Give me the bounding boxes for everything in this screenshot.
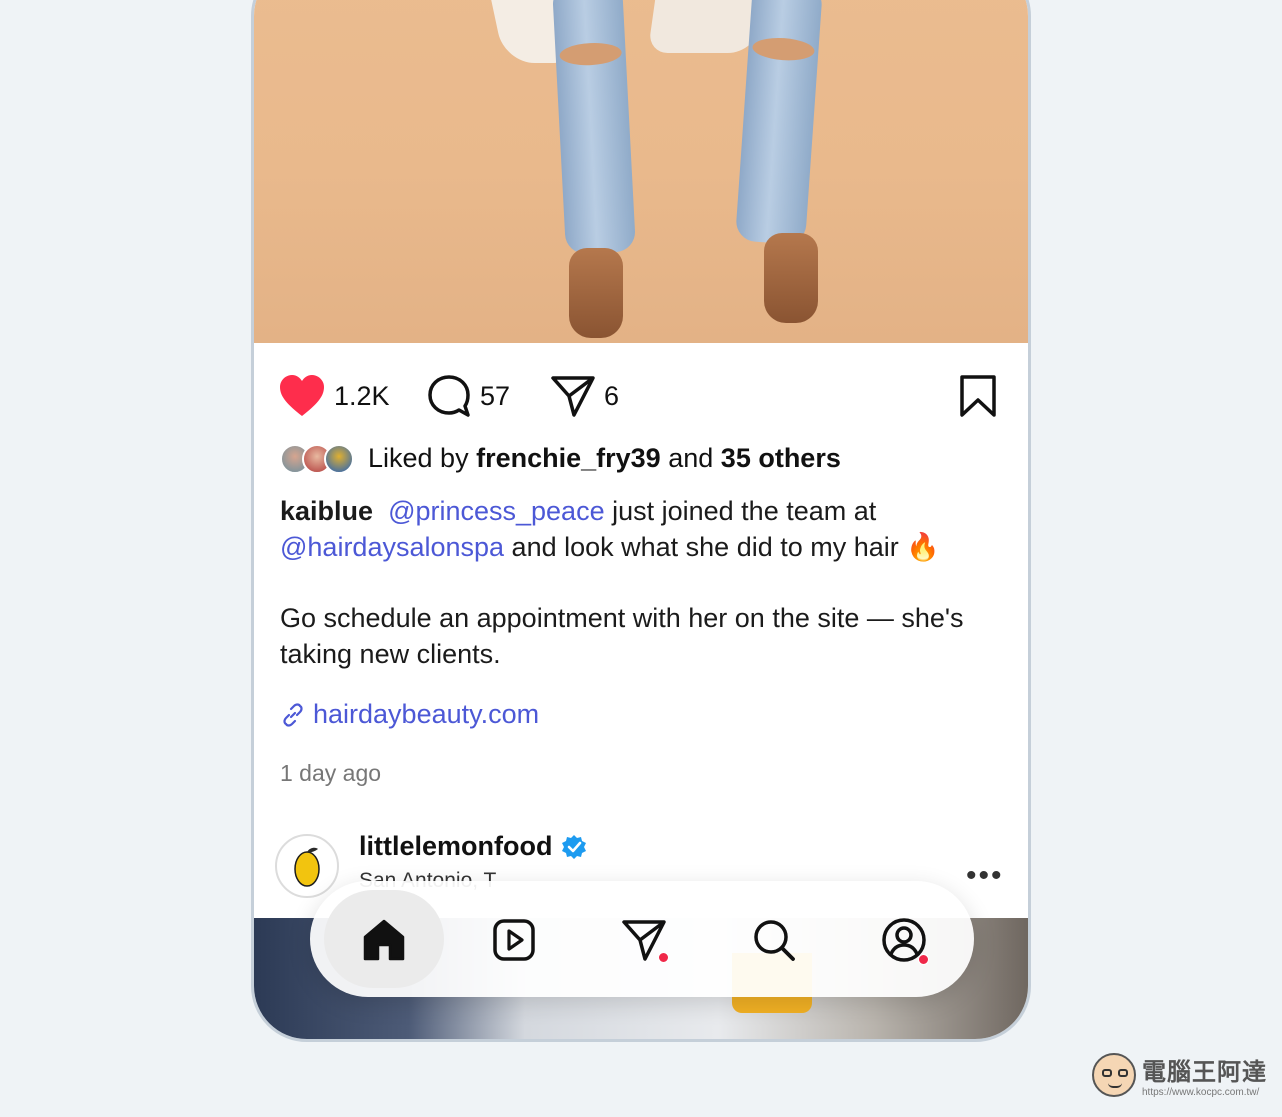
- shares-count: 6: [604, 380, 620, 411]
- watermark-title: 電腦王阿達: [1142, 1059, 1267, 1086]
- post-caption: kaiblue @princess_peace just joined the …: [280, 493, 980, 565]
- post-timestamp: 1 day ago: [280, 760, 382, 786]
- bookmark-icon: [960, 375, 996, 417]
- like-button[interactable]: 1.2K: [278, 371, 390, 421]
- link-text: hairdaybeauty.com: [313, 699, 540, 729]
- foot-left: [569, 248, 623, 338]
- avatar[interactable]: [275, 834, 339, 898]
- jeans-rip: [751, 36, 816, 63]
- post-photo[interactable]: [254, 0, 1028, 343]
- leg-left: [551, 0, 637, 255]
- liked-by-prefix: Liked by: [368, 443, 469, 473]
- reels-icon: [493, 919, 535, 961]
- nav-profile-button[interactable]: [874, 910, 934, 970]
- send-icon: [551, 376, 595, 417]
- caption-text: and look what she did to my hair 🔥: [504, 532, 940, 562]
- comment-icon: [428, 375, 470, 417]
- bottom-nav: [310, 881, 974, 997]
- next-post-username[interactable]: littlelemonfood: [359, 831, 588, 862]
- more-options-button[interactable]: •••: [966, 859, 1004, 893]
- phone-frame: 1.2K 57 6 Liked by frenchie_fry39 and 35…: [251, 0, 1031, 1042]
- watermark: 電腦王阿達 https://www.kocpc.com.tw/: [1092, 1052, 1267, 1098]
- leg-right: [735, 0, 823, 246]
- liker-avatars: [280, 443, 354, 474]
- heart-icon: [280, 375, 324, 416]
- nav-home-button[interactable]: [354, 910, 414, 970]
- verified-badge-icon: [562, 834, 587, 859]
- post-actions: 1.2K 57 6: [254, 371, 1028, 421]
- search-icon: [754, 920, 795, 961]
- share-button[interactable]: 6: [550, 371, 619, 421]
- mention-link[interactable]: @princess_peace: [388, 496, 605, 526]
- mascot-logo-icon: [1092, 1053, 1136, 1097]
- liked-by-user[interactable]: frenchie_fry39: [476, 443, 661, 474]
- home-icon: [363, 919, 405, 961]
- save-button[interactable]: [958, 371, 998, 421]
- notification-badge: [918, 954, 929, 965]
- likes-count: 1.2K: [334, 380, 390, 411]
- website-link[interactable]: hairdaybeauty.com: [280, 699, 539, 730]
- caption-text: just joined the team at: [604, 496, 877, 526]
- notification-badge: [658, 952, 669, 963]
- mention-link[interactable]: @hairdaysalonspa: [280, 532, 504, 562]
- caption-paragraph: Go schedule an appointment with her on t…: [280, 603, 964, 669]
- caption-author[interactable]: kaiblue: [280, 496, 373, 526]
- nav-reels-button[interactable]: [484, 910, 544, 970]
- comments-count: 57: [480, 380, 511, 411]
- nav-search-button[interactable]: [744, 910, 804, 970]
- liked-by-and: and: [668, 443, 714, 473]
- foot-right: [764, 233, 818, 323]
- avatar: [324, 443, 354, 474]
- nav-messages-button[interactable]: [614, 910, 674, 970]
- watermark-url: https://www.kocpc.com.tw/: [1142, 1087, 1260, 1098]
- liked-by-others[interactable]: 35 others: [721, 443, 841, 474]
- link-icon: [283, 702, 303, 727]
- lemon-icon: [294, 847, 320, 887]
- liked-by-row[interactable]: Liked by frenchie_fry39 and 35 others: [280, 443, 841, 474]
- jeans-rip: [559, 41, 623, 67]
- comment-button[interactable]: 57: [426, 371, 510, 421]
- username-text: littlelemonfood: [359, 831, 553, 861]
